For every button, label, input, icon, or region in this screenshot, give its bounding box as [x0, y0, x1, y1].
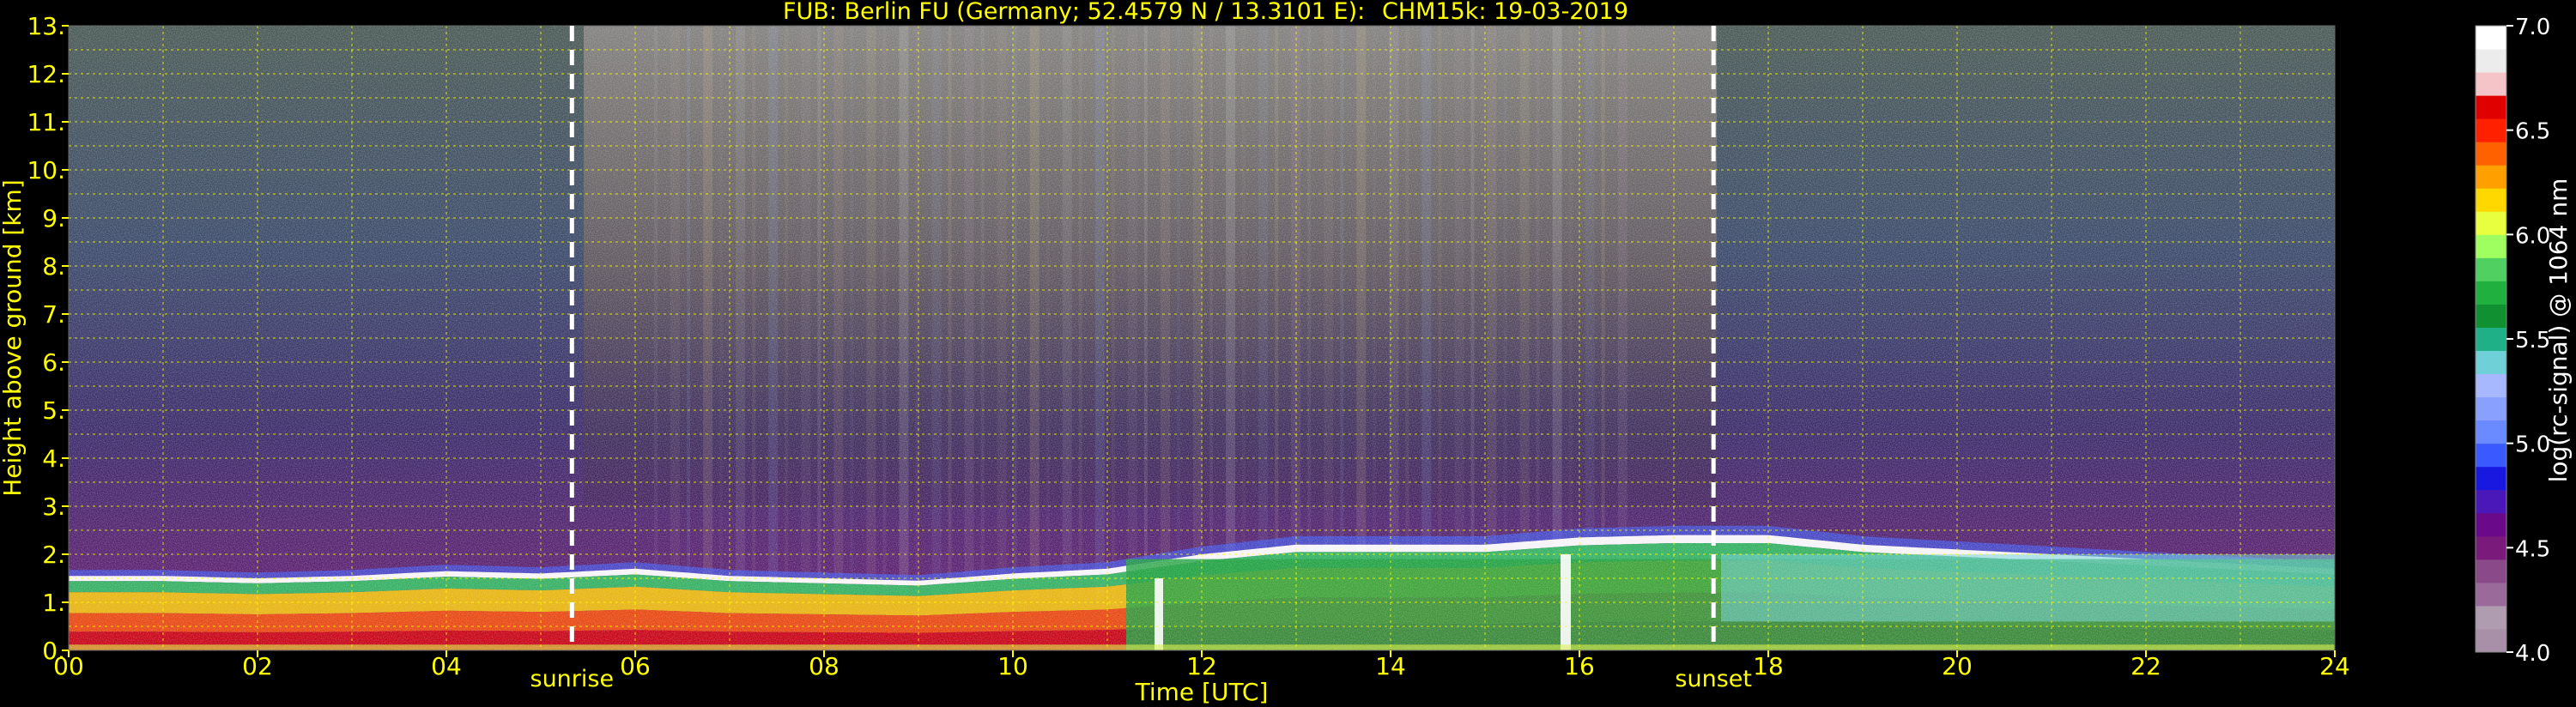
y-tick-label: 8.	[42, 252, 65, 281]
sunrise-label: sunrise	[530, 666, 615, 692]
colorbar-segment	[2476, 466, 2506, 491]
y-tick-label: 2.	[42, 541, 65, 569]
y-tick-label: 4.	[42, 444, 65, 473]
colorbar-label: log(rc-signal) @ 1064 nm	[2544, 178, 2573, 483]
colorbar-segment	[2476, 605, 2506, 630]
colorbar-segment	[2476, 628, 2506, 653]
x-tick-label: 24	[2319, 652, 2350, 680]
y-tick-label: 13.	[27, 12, 65, 40]
plot-area	[69, 26, 2335, 650]
colorbar-tick-label: 4.5	[2515, 536, 2550, 562]
colorbar-segment	[2476, 327, 2506, 352]
x-axis-label: Time [UTC]	[1135, 678, 1269, 706]
colorbar-segment	[2476, 582, 2506, 607]
y-axis-ticks: 0. 1. 2. 3. 4. 5. 6. 7. 8. 9. 10. 11. 12. 13.	[27, 12, 69, 665]
colorbar-segment	[2476, 49, 2506, 73]
chart-title-left: FUB: Berlin FU (Germany; 52.4579 N / 13.…	[783, 0, 1365, 25]
colorbar-segment	[2476, 559, 2506, 583]
x-tick-label: 12	[1186, 652, 1217, 680]
colorbar-tick-label: 6.5	[2515, 119, 2550, 145]
y-tick-label: 12.	[27, 60, 65, 88]
colorbar-segment	[2476, 535, 2506, 560]
colorbar-segment	[2476, 489, 2506, 514]
x-tick-label: 14	[1375, 652, 1406, 680]
x-tick-label: 08	[809, 652, 839, 680]
x-tick-label: 02	[242, 652, 273, 680]
x-axis-ticks: 00 02 04 06 08 10 12 14 16 18 20 22 24	[53, 650, 2350, 680]
colorbar-segment	[2476, 188, 2506, 212]
colorbar-segment	[2476, 373, 2506, 398]
colorbar-segment	[2476, 304, 2506, 328]
colorbar-tick-label: 4.0	[2515, 641, 2550, 667]
colorbar-segment	[2476, 26, 2506, 50]
colorbar-segment	[2476, 396, 2506, 421]
colorbar-tick-label: 7.0	[2515, 15, 2550, 40]
colorbar-segment	[2476, 95, 2506, 119]
x-tick-label: 18	[1753, 652, 1784, 680]
colorbar: 4.04.55.05.56.06.57.0	[2475, 15, 2550, 667]
colorbar-segment	[2476, 72, 2506, 96]
y-tick-label: 10.	[27, 156, 65, 184]
y-tick-label: 1.	[42, 589, 65, 617]
colorbar-segment	[2476, 118, 2506, 142]
y-tick-label: 0.	[42, 637, 65, 665]
colorbar-segment	[2476, 443, 2506, 468]
colorbar-segment	[2476, 281, 2506, 305]
y-tick-label: 9.	[42, 204, 65, 233]
y-tick-label: 11.	[27, 108, 65, 136]
y-tick-label: 6.	[42, 348, 65, 377]
x-tick-label: 10	[997, 652, 1028, 680]
x-tick-label: 06	[620, 652, 651, 680]
x-tick-label: 16	[1564, 652, 1595, 680]
colorbar-segment	[2476, 512, 2506, 537]
y-axis-label: Height above ground [km]	[0, 179, 27, 497]
colorbar-segment	[2476, 420, 2506, 444]
x-tick-label: 04	[431, 652, 462, 680]
y-tick-label: 7.	[42, 300, 65, 329]
x-tick-label: 22	[2131, 652, 2161, 680]
colorbar-segment	[2476, 211, 2506, 235]
lidar-heatmap-chart: sunrise sunset 00 02 04 06 08 10 12 14 16 18 20 22 24…	[0, 0, 2573, 706]
colorbar-segment	[2476, 142, 2506, 166]
colorbar-segment	[2476, 257, 2506, 281]
colorbar-segment	[2476, 234, 2506, 258]
chart-title-right: CHM15k: 19-03-2019	[1382, 0, 1628, 25]
y-tick-label: 3.	[42, 492, 65, 521]
x-tick-label: 20	[1942, 652, 1973, 680]
sunset-label: sunset	[1675, 666, 1752, 692]
y-tick-label: 5.	[42, 396, 65, 425]
colorbar-segment	[2476, 350, 2506, 375]
colorbar-segment	[2476, 165, 2506, 189]
